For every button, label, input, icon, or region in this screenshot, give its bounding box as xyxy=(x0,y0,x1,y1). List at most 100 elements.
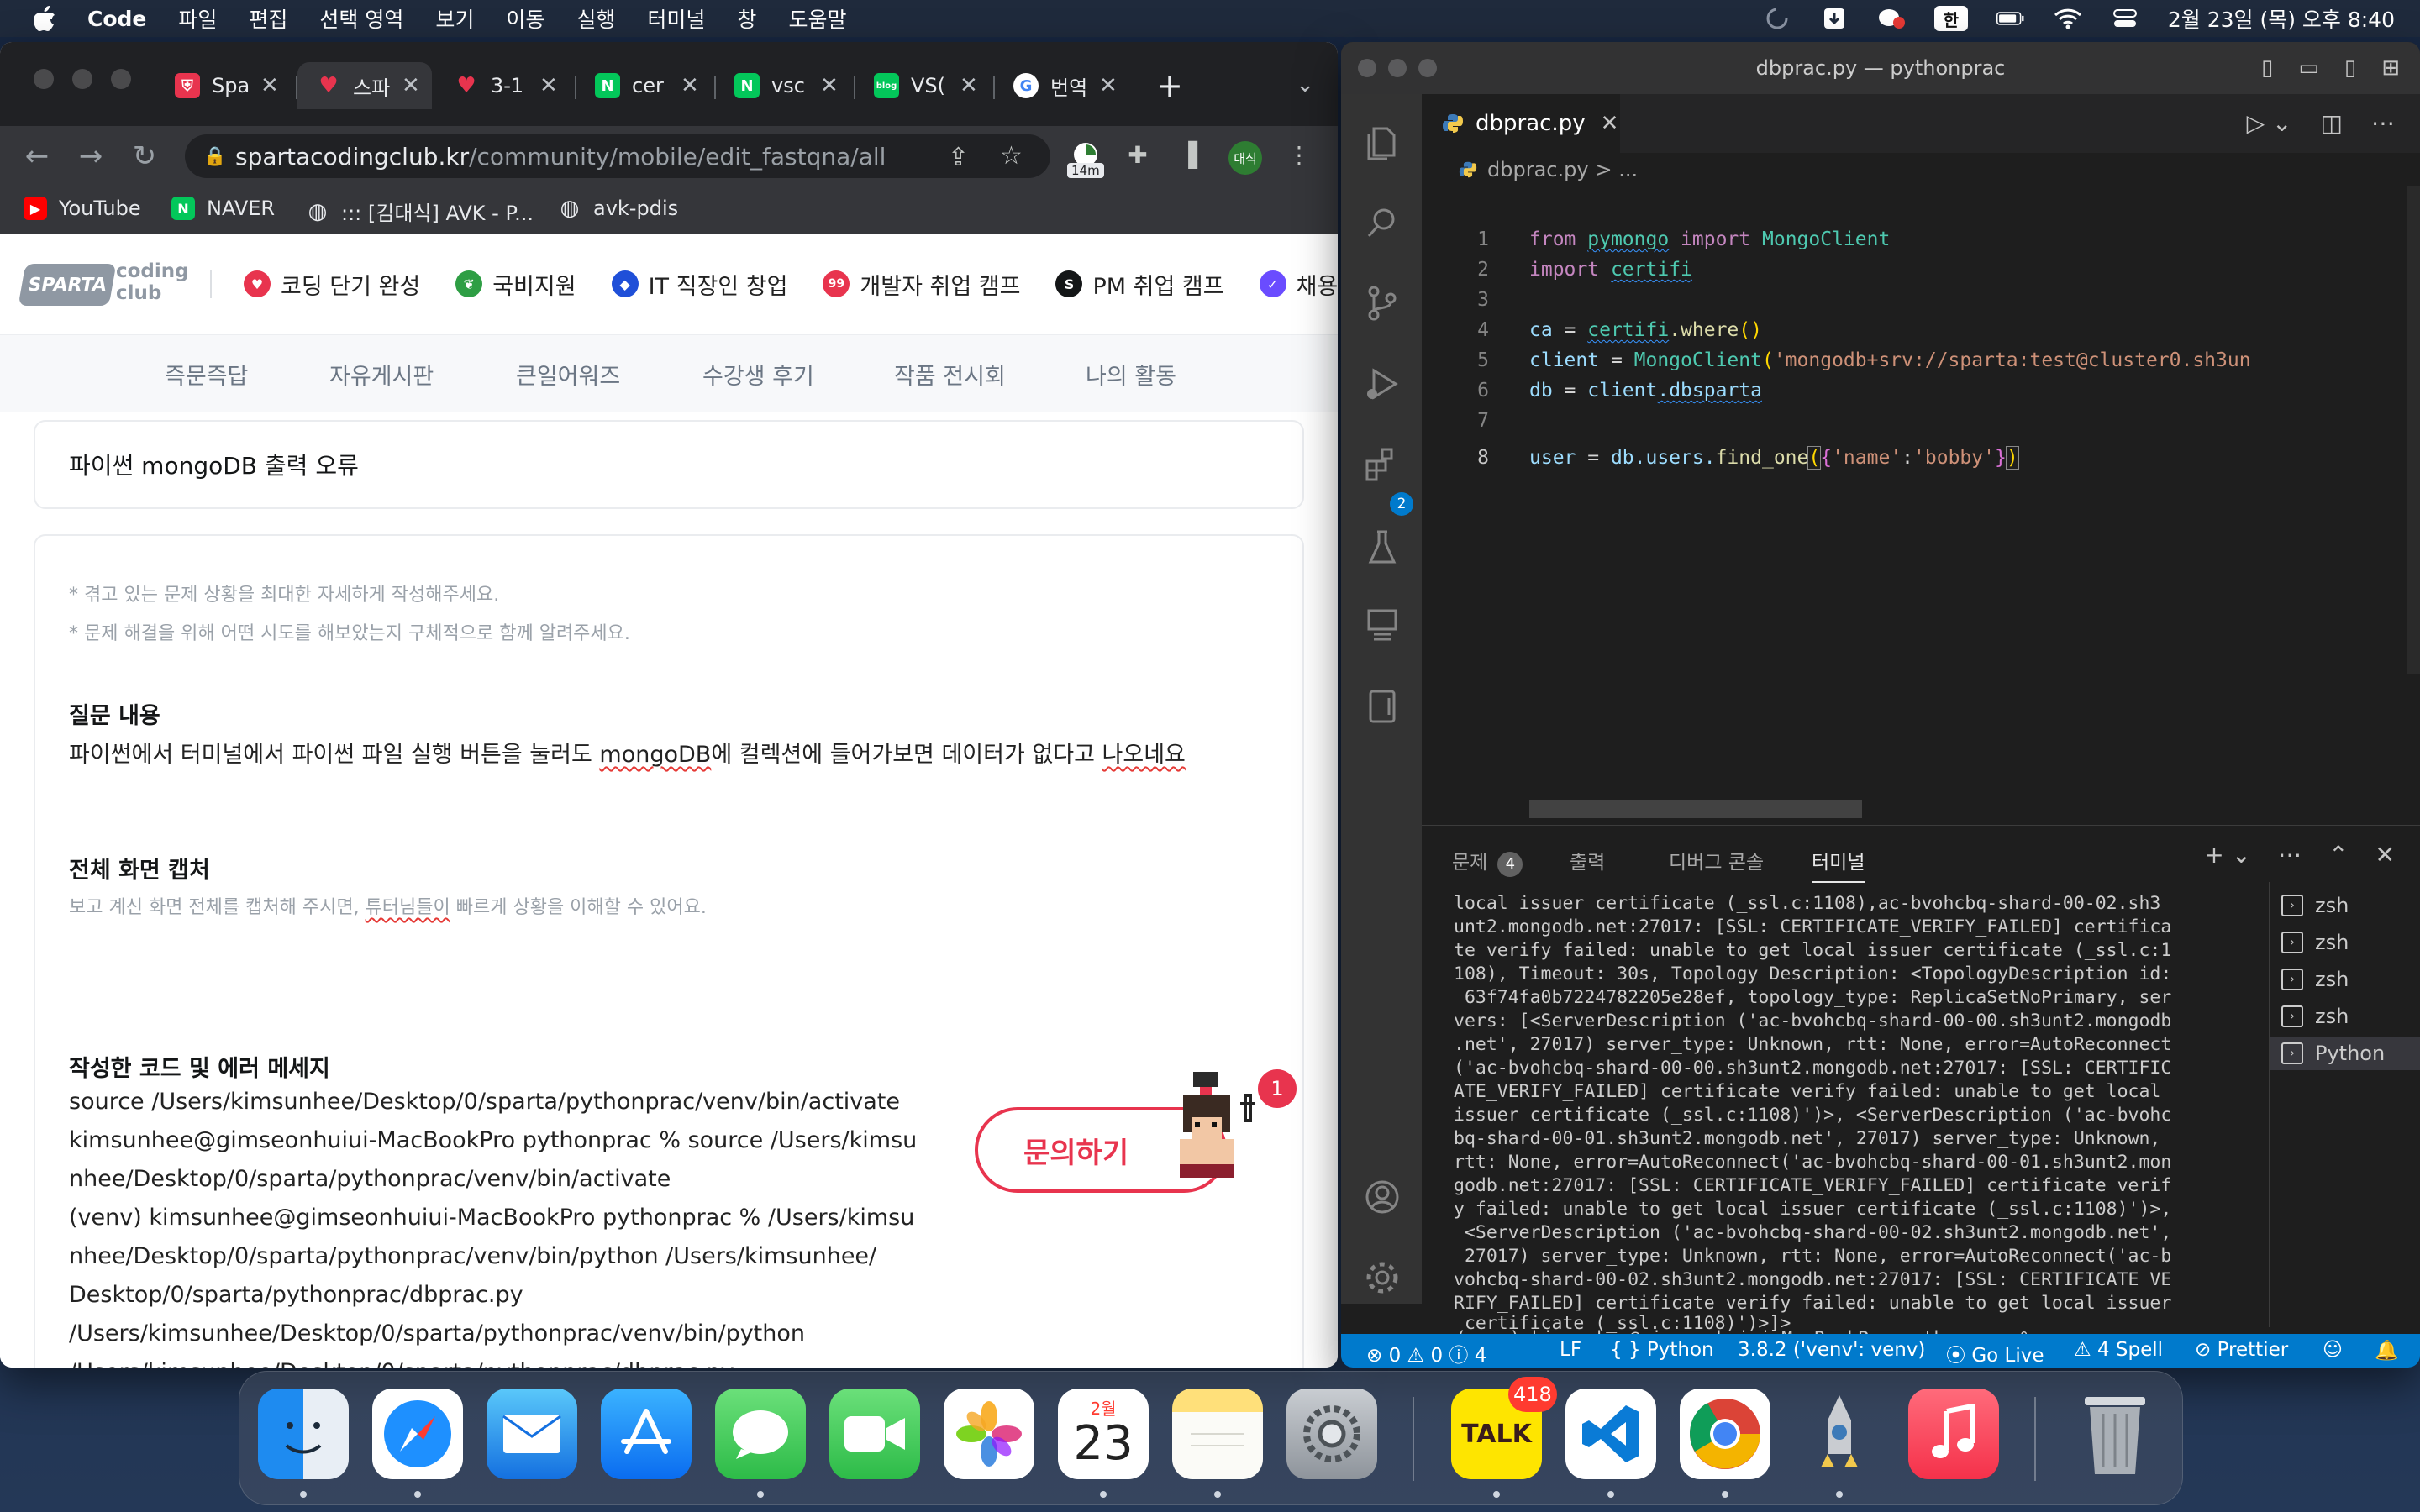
browser-tab[interactable]: ♥ 3-1 ✕ xyxy=(435,62,570,109)
menu-edit[interactable]: 편집 xyxy=(249,3,287,34)
app-name[interactable]: Code xyxy=(87,7,146,31)
download-icon[interactable] xyxy=(1820,6,1849,31)
browser-tab[interactable]: blog VS( ✕ xyxy=(855,62,990,109)
apple-menu-icon[interactable] xyxy=(32,6,57,31)
subnav-awards[interactable]: 큰일어워즈 xyxy=(516,358,620,391)
trash-icon[interactable] xyxy=(2070,1389,2160,1479)
feedback-icon[interactable]: ☺ xyxy=(2323,1339,2343,1361)
more-actions-icon[interactable]: ⋯ xyxy=(2278,841,2302,869)
source-control-icon[interactable] xyxy=(1363,284,1402,323)
toggle-primary-sidebar-icon[interactable]: ▯ xyxy=(2261,55,2273,81)
toggle-panel-icon[interactable]: ▭ xyxy=(2298,55,2319,81)
chrome-icon[interactable] xyxy=(1680,1389,1770,1479)
code-editor[interactable]: 1 2 3 4 5 6 7 8 from pymongo import Mong… xyxy=(1422,186,2420,825)
forward-arrow-icon[interactable]: → xyxy=(74,138,108,175)
subnav-qna[interactable]: 즉문즉답 xyxy=(165,358,248,391)
terminal-output[interactable]: local issuer certificate (_ssl.c:1108),a… xyxy=(1422,885,2262,1334)
kebab-menu-icon[interactable]: ⋮ xyxy=(1281,136,1318,173)
facetime-icon[interactable] xyxy=(829,1389,920,1479)
nav-coding-short[interactable]: ♥ 코딩 단기 완성 xyxy=(244,268,420,301)
more-actions-icon[interactable]: ⋯ xyxy=(2371,109,2395,137)
eol-status[interactable]: LF xyxy=(1560,1339,1581,1361)
side-panel-icon[interactable]: ▐ xyxy=(1170,136,1207,173)
extensions-icon[interactable] xyxy=(1363,445,1402,484)
app-store-icon[interactable] xyxy=(601,1389,692,1479)
terminal-instance-zsh[interactable]: › zsh xyxy=(2270,963,2420,996)
question-title-input[interactable]: 파이썬 mongoDB 출력 오류 xyxy=(34,420,1304,509)
python-interpreter-status[interactable]: 3.8.2 ('venv': venv) xyxy=(1738,1339,1925,1361)
menu-help[interactable]: 도움말 xyxy=(788,3,846,34)
remote-explorer-icon[interactable] xyxy=(1363,606,1402,645)
back-arrow-icon[interactable]: ← xyxy=(20,138,54,175)
bookmark-avk-pdis[interactable]: ◍ avk-pdis xyxy=(558,196,678,221)
accounts-icon[interactable] xyxy=(1363,1178,1402,1216)
bookmark-star-icon[interactable]: ☆ xyxy=(1000,141,1023,171)
language-mode-status[interactable]: { } Python xyxy=(1610,1339,1714,1361)
zoom-window-button[interactable] xyxy=(1418,59,1437,77)
nav-hiring[interactable]: ✓채용 플 xyxy=(1259,268,1338,301)
bookmark-youtube[interactable]: ▶ YouTube xyxy=(24,197,141,220)
menu-terminal[interactable]: 터미널 xyxy=(647,3,705,34)
input-method-indicator[interactable]: 한 xyxy=(1933,6,1968,31)
terminal-instance-zsh[interactable]: › zsh xyxy=(2270,889,2420,922)
subnav-showcase[interactable]: 작품 전시회 xyxy=(894,358,1006,391)
photos-icon[interactable] xyxy=(944,1389,1034,1479)
subnav-free-board[interactable]: 자유게시판 xyxy=(329,358,434,391)
python-launcher-icon[interactable] xyxy=(1794,1389,1885,1479)
editor-tab-dbprac[interactable]: dbprac.py ✕ xyxy=(1422,94,1620,153)
subnav-reviews[interactable]: 수강생 후기 xyxy=(702,358,814,391)
problems-status[interactable]: ⊗ 0 ⚠ 0 ⓘ 4 xyxy=(1366,1339,1486,1368)
music-icon[interactable] xyxy=(1908,1389,1999,1479)
question-body-editor[interactable]: * 겪고 있는 문제 상황을 최대한 자세하게 작성해주세요. * 문제 해결을… xyxy=(34,534,1304,1368)
notebook-icon[interactable] xyxy=(1363,687,1402,726)
close-tab-icon[interactable]: ✕ xyxy=(1601,111,1619,136)
editor-horizontal-scrollbar[interactable] xyxy=(1529,800,1862,818)
battery-icon[interactable] xyxy=(1996,6,2025,31)
terminal-instance-zsh[interactable]: › zsh xyxy=(2270,926,2420,959)
search-icon[interactable] xyxy=(1363,203,1402,242)
spinner-icon[interactable] xyxy=(1763,6,1791,31)
minimize-window-button[interactable] xyxy=(72,69,92,89)
run-debug-icon[interactable] xyxy=(1363,365,1402,403)
browser-tab[interactable]: N vsc ✕ xyxy=(716,62,850,109)
panel-tab-terminal[interactable]: 터미널 xyxy=(1812,846,1865,883)
split-editor-icon[interactable]: ◫ xyxy=(2321,109,2343,137)
sparta-logo[interactable]: SPARTA coding club xyxy=(18,259,207,311)
close-tab-icon[interactable]: ✕ xyxy=(539,73,558,98)
new-tab-button[interactable]: + xyxy=(1156,67,1183,104)
chat-notification-icon[interactable] xyxy=(1877,6,1906,31)
reload-icon[interactable]: ↻ xyxy=(128,138,161,175)
panel-tab-output[interactable]: 출력 xyxy=(1570,846,1605,874)
menu-run[interactable]: 실행 xyxy=(576,3,615,34)
wifi-icon[interactable] xyxy=(2054,6,2082,31)
puzzle-extensions-icon[interactable]: ✚ xyxy=(1119,136,1156,173)
bookmark-naver[interactable]: N NAVER xyxy=(171,197,275,220)
menu-view[interactable]: 보기 xyxy=(435,3,474,34)
close-window-button[interactable] xyxy=(34,69,54,89)
spell-status[interactable]: ⚠ 4 Spell xyxy=(2074,1339,2163,1361)
close-tab-icon[interactable]: ✕ xyxy=(1099,73,1118,98)
menu-window[interactable]: 창 xyxy=(737,3,756,34)
bookmark-avk[interactable]: ◍ ::: [김대식] AVK - P... xyxy=(306,197,534,226)
maximize-panel-icon[interactable]: ⌃ xyxy=(2328,841,2348,869)
finder-icon[interactable] xyxy=(258,1389,349,1479)
nav-gov-support[interactable]: ❦ 국비지원 xyxy=(455,268,576,301)
close-tab-icon[interactable]: ✕ xyxy=(402,73,420,98)
tab-search-chevron-icon[interactable]: ⌄ xyxy=(1296,72,1314,97)
safari-icon[interactable] xyxy=(372,1389,463,1479)
mail-icon[interactable] xyxy=(487,1389,577,1479)
prettier-status[interactable]: ⊘ Prettier xyxy=(2195,1339,2288,1361)
panel-tab-problems[interactable]: 문제 4 xyxy=(1452,846,1523,877)
menu-selection[interactable]: 선택 영역 xyxy=(319,3,403,34)
gear-icon[interactable] xyxy=(1363,1258,1402,1297)
new-terminal-icon[interactable]: + ⌄ xyxy=(2204,841,2251,869)
close-tab-icon[interactable]: ✕ xyxy=(260,73,279,98)
messages-icon[interactable] xyxy=(715,1389,806,1479)
nav-it-startup[interactable]: ◆ IT 직장인 창업 xyxy=(611,268,787,301)
close-tab-icon[interactable]: ✕ xyxy=(820,73,839,98)
calendar-icon[interactable]: 2월 23 xyxy=(1058,1389,1149,1479)
nav-pm-camp[interactable]: S PM 취업 캠프 xyxy=(1055,268,1224,301)
menubar-clock[interactable]: 2월 23일 (목) 오후 8:40 xyxy=(2168,3,2395,34)
run-python-file-icon[interactable]: ▷ ⌄ xyxy=(2247,109,2292,137)
control-center-icon[interactable] xyxy=(2111,6,2139,31)
